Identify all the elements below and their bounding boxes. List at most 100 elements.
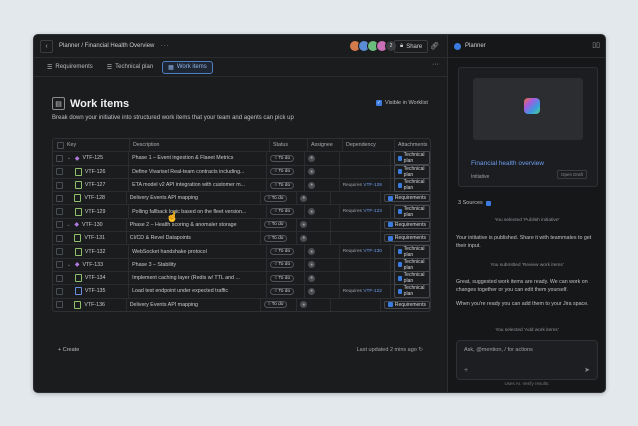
link-icon[interactable]: 🔗︎ (430, 42, 439, 50)
dependency-link[interactable]: VTF-130 (363, 249, 382, 254)
key-cell[interactable]: ⌄ ◆ VTF-125 (67, 155, 128, 162)
row-checkbox[interactable] (56, 234, 64, 242)
table-row[interactable]: ⌄ ◆ VTF-133 Phase 3 – Stability ○ To do ● Techn… (53, 257, 430, 272)
chevron-down-icon[interactable]: ⌄ (67, 262, 72, 268)
attachment-chip[interactable]: Technical plan (394, 151, 430, 166)
dependency[interactable]: Requires VTF-130 (343, 249, 382, 254)
share-button[interactable]: 🔒︎ Share (394, 40, 429, 53)
attachment-chip[interactable]: Technical plan (394, 204, 430, 219)
table-row[interactable]: VTF-136 Delivery Events API mapping ○ To do… (53, 298, 430, 311)
assignee-avatar-icon[interactable]: ● (308, 274, 316, 282)
dependency[interactable]: Requires VTF-128 (343, 183, 382, 188)
col-status[interactable]: Status (269, 139, 307, 152)
row-checkbox[interactable] (56, 261, 64, 269)
assignee-avatar-icon[interactable]: ● (308, 248, 316, 256)
attachment-chip[interactable]: Technical plan (394, 257, 430, 272)
dependency-link[interactable]: VTF-123 (363, 209, 382, 214)
row-checkbox[interactable] (56, 301, 64, 309)
chat-input[interactable]: Ask, @mention, / for actions + ➤ (456, 340, 598, 380)
description-cell[interactable]: WebSocket handshake protocol (128, 245, 266, 258)
attachment-chip[interactable]: Technical plan (394, 178, 430, 193)
assignee-avatar-icon[interactable]: ● (308, 261, 316, 269)
dependency-cell[interactable] (329, 298, 380, 311)
dependency-cell[interactable] (338, 165, 390, 178)
row-checkbox[interactable] (56, 248, 64, 256)
assignee-avatar-icon[interactable]: ● (308, 168, 316, 176)
description-cell[interactable]: Polling fallback logic based on the flee… (128, 205, 266, 218)
status-badge[interactable]: ○ To do (270, 287, 295, 295)
row-checkbox[interactable] (56, 154, 64, 162)
key-cell[interactable]: VTF-136 (66, 300, 125, 309)
tab-technical-plan[interactable]: ☰ Technical plan (102, 62, 158, 73)
description-cell[interactable]: Phase 2 – Health scoring & anomaler stor… (125, 218, 260, 232)
status-badge[interactable]: ○ To do (270, 168, 295, 176)
chevron-down-icon[interactable]: ⌄ (67, 155, 72, 161)
row-checkbox[interactable] (56, 208, 64, 216)
description-cell[interactable]: Delivery Events API mapping (125, 298, 260, 311)
attachment-chip[interactable]: Requirements (383, 220, 430, 229)
attachment-chip[interactable]: Requirements (383, 234, 430, 243)
row-checkbox[interactable] (56, 221, 64, 229)
attachment-chip[interactable]: Requirements (383, 300, 430, 309)
table-row[interactable]: VTF-135 Load test endpoint under expected… (53, 284, 430, 299)
dependency-cell[interactable]: Requires VTF-123 (338, 205, 390, 218)
assignee-avatar-icon[interactable]: ● (300, 234, 308, 242)
dependency[interactable]: Requires VTF-123 (343, 209, 382, 214)
table-row[interactable]: VTF-128 Delivery Events API mapping ○ To do… (53, 192, 430, 206)
select-all-checkbox[interactable] (56, 141, 64, 149)
dependency-cell[interactable] (338, 271, 390, 285)
description-cell[interactable]: Load test endpoint under expected traffi… (128, 285, 266, 298)
dependency-cell[interactable]: Requires VTF-130 (338, 245, 390, 258)
attachment-chip[interactable]: Technical plan (394, 164, 430, 179)
assignee-avatar-icon[interactable]: ● (308, 181, 316, 189)
key-cell[interactable]: VTF-127 (67, 181, 128, 190)
table-row[interactable]: VTF-126 Define Vivarisel Real-team contra… (53, 164, 430, 179)
attachment-chip[interactable]: Technical plan (394, 284, 430, 299)
dependency-cell[interactable] (338, 152, 390, 165)
key-cell[interactable]: VTF-129 (67, 207, 128, 216)
col-attachments[interactable]: Attachments (394, 139, 430, 152)
card-title[interactable]: Financial health overview (471, 160, 544, 167)
dependency-cell[interactable] (329, 232, 380, 245)
key-cell[interactable]: ⌄ ◆ VTF-133 (67, 261, 128, 269)
row-checkbox[interactable] (56, 181, 64, 189)
status-badge[interactable]: ○ To do (270, 154, 295, 162)
assignee-avatar-icon[interactable]: ● (308, 287, 316, 295)
description-cell[interactable]: Delivery Events API mapping (125, 192, 260, 205)
assignee-avatar-icon[interactable]: ● (308, 208, 316, 216)
status-badge[interactable]: ○ To do (263, 301, 288, 309)
row-checkbox[interactable] (56, 194, 64, 202)
open-draft-button[interactable]: Open Draft (557, 170, 588, 179)
description-cell[interactable]: Implement caching layer (Redis w/ TTL an… (128, 271, 266, 285)
dependency[interactable]: Requires VTF-122 (343, 289, 382, 294)
assignee-avatar-icon[interactable]: ● (300, 221, 308, 229)
table-row[interactable]: ⌄ ◆ VTF-130 Phase 2 – Health scoring & anom… (53, 218, 430, 233)
col-assignee[interactable]: Assignee (307, 139, 342, 152)
status-badge[interactable]: ○ To do (263, 194, 288, 202)
sidebar-toggle-icon[interactable]: ‹ (40, 39, 53, 53)
visible-in-worklist-checkbox[interactable]: ✓ Visible in Worklist (376, 100, 428, 106)
attachment-chip[interactable]: Technical plan (394, 271, 430, 286)
assignee-avatar-icon[interactable]: ● (300, 194, 308, 202)
sources[interactable]: 3 Sources (458, 200, 491, 206)
description-cell[interactable]: CI/CD & Revel Datapoints (125, 232, 260, 245)
key-cell[interactable]: VTF-131 (66, 234, 125, 243)
table-row[interactable]: VTF-132 WebSocket handshake protocol ○ To d… (53, 244, 430, 259)
col-description[interactable]: Description (129, 139, 269, 152)
table-row[interactable]: VTF-129 Polling fallback logic based on t… (53, 204, 430, 219)
row-checkbox[interactable] (56, 287, 64, 295)
assignee-avatar-icon[interactable]: ● (308, 154, 316, 162)
table-row[interactable]: ⌄ ◆ VTF-125 Phase 1 – Event ingestion & Fla… (53, 151, 430, 166)
refresh-icon[interactable]: ↻ (418, 347, 423, 353)
assignee-avatar-icon[interactable]: ● (300, 301, 308, 309)
collapse-panel-icon[interactable]: ▯▯ (592, 41, 600, 49)
description-cell[interactable]: ETA model v2 API integration with custom… (128, 178, 266, 192)
status-badge[interactable]: ○ To do (270, 261, 295, 269)
dependency-cell[interactable]: Requires VTF-128 (338, 178, 390, 192)
col-key[interactable]: Key (67, 142, 129, 148)
tab-requirements[interactable]: ☰ Requirements (42, 62, 98, 73)
description-cell[interactable]: Phase 3 – Stability (128, 258, 266, 271)
dependency-cell[interactable] (329, 192, 380, 205)
status-badge[interactable]: ○ To do (263, 221, 288, 229)
key-cell[interactable]: VTF-128 (66, 194, 125, 203)
